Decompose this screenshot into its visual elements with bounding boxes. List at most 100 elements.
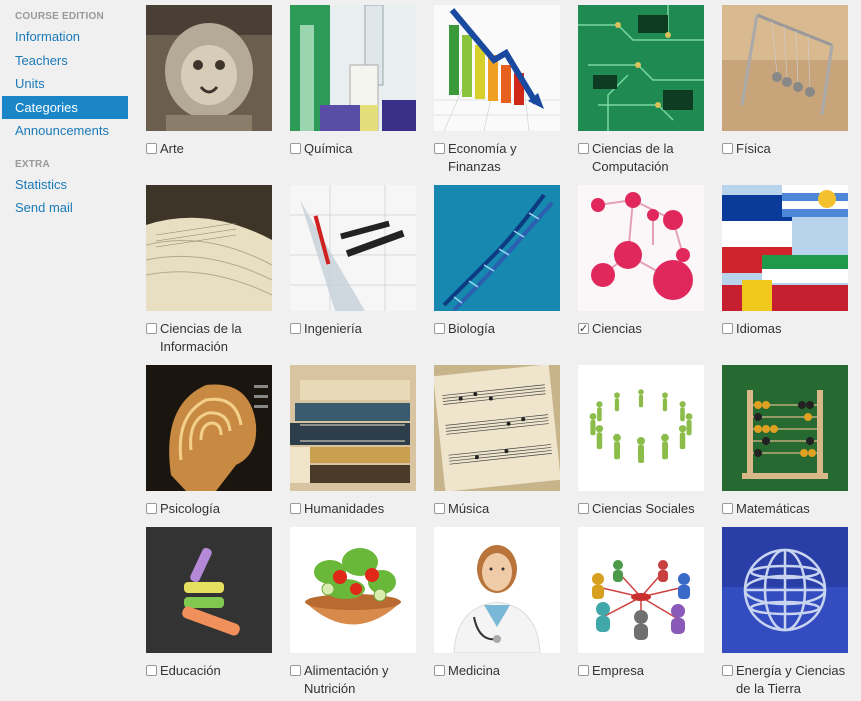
category-label-row: Arte bbox=[146, 140, 276, 158]
category-checkbox[interactable] bbox=[290, 665, 301, 676]
nav-categories[interactable]: Categories bbox=[2, 95, 128, 119]
category-label: Biología bbox=[448, 321, 495, 336]
category-label-row: Alimentación y Nutrición bbox=[290, 662, 420, 698]
circuit-board-image bbox=[578, 5, 704, 131]
business-people-image bbox=[578, 527, 704, 653]
category-label: Ciencias de la Información bbox=[160, 321, 242, 354]
extra-nav: Statistics Send mail bbox=[0, 173, 130, 220]
category-checkbox[interactable] bbox=[146, 143, 157, 154]
category-label: Ciencias bbox=[592, 321, 642, 336]
category-item: Arte bbox=[146, 5, 276, 158]
category-item: Biología bbox=[434, 185, 564, 338]
category-label: Educación bbox=[160, 663, 221, 678]
category-item: Ciencias bbox=[578, 185, 708, 338]
molecules-image bbox=[578, 185, 704, 311]
section-title-extra: EXTRA bbox=[15, 158, 50, 170]
category-item: Música bbox=[434, 365, 564, 518]
category-label-row: Empresa bbox=[578, 662, 708, 680]
category-label: Empresa bbox=[592, 663, 645, 678]
open-book-image bbox=[146, 185, 272, 311]
category-item: Matemáticas bbox=[722, 365, 852, 518]
category-checkbox[interactable] bbox=[146, 323, 157, 334]
category-label-row: Ingeniería bbox=[290, 320, 420, 338]
category-label: Humanidades bbox=[304, 501, 385, 516]
category-label: Energía y Ciencias de la Tierra bbox=[736, 663, 846, 696]
category-label: Economía y Finanzas bbox=[448, 141, 517, 174]
category-label-row: Ciencias Sociales bbox=[578, 500, 708, 518]
category-label: Medicina bbox=[448, 663, 501, 678]
category-label-row: Química bbox=[290, 140, 420, 158]
flags-image bbox=[722, 185, 848, 311]
category-item: Humanidades bbox=[290, 365, 420, 518]
salad-bowl-image bbox=[290, 527, 416, 653]
section-title-course-edition: COURSE EDITION bbox=[15, 11, 104, 22]
category-label-row: Psicología bbox=[146, 500, 276, 518]
category-label: Ciencias de la Computación bbox=[592, 141, 674, 174]
book-stack-image bbox=[290, 365, 416, 491]
category-checkbox[interactable] bbox=[434, 503, 445, 514]
nav-send-mail[interactable]: Send mail bbox=[0, 196, 130, 220]
category-label-row: Idiomas bbox=[722, 320, 852, 338]
category-checkbox[interactable] bbox=[290, 323, 301, 334]
category-label: Ciencias Sociales bbox=[592, 501, 695, 516]
sheet-music-image bbox=[434, 365, 560, 491]
category-checkbox[interactable] bbox=[722, 665, 733, 676]
category-label: Matemáticas bbox=[736, 501, 810, 516]
category-item: Física bbox=[722, 5, 852, 158]
category-checkbox[interactable] bbox=[290, 143, 301, 154]
category-item: Idiomas bbox=[722, 185, 852, 338]
category-item: Ciencias de la Información bbox=[146, 185, 276, 356]
category-item: Empresa bbox=[578, 527, 708, 680]
category-checkbox[interactable] bbox=[722, 143, 733, 154]
category-item: Ciencias de la Computación bbox=[578, 5, 708, 176]
category-item: Ciencias Sociales bbox=[578, 365, 708, 518]
category-checkbox[interactable] bbox=[146, 503, 157, 514]
chalk-image bbox=[146, 527, 272, 653]
category-checkbox[interactable] bbox=[290, 503, 301, 514]
nav-information[interactable]: Information bbox=[0, 25, 130, 49]
category-label-row: Ciencias bbox=[578, 320, 708, 338]
category-label-row: Energía y Ciencias de la Tierra bbox=[722, 662, 852, 698]
category-checkbox[interactable] bbox=[722, 323, 733, 334]
brain-scan-image bbox=[146, 365, 272, 491]
category-item: Medicina bbox=[434, 527, 564, 680]
category-label: Música bbox=[448, 501, 490, 516]
nav-units[interactable]: Units bbox=[0, 72, 130, 96]
category-checkbox[interactable] bbox=[434, 665, 445, 676]
category-label: Idiomas bbox=[736, 321, 782, 336]
category-label: Arte bbox=[160, 141, 184, 156]
category-label-row: Ciencias de la Información bbox=[146, 320, 276, 356]
category-label: Ingeniería bbox=[304, 321, 362, 336]
category-checkbox[interactable] bbox=[578, 320, 589, 338]
category-label-row: Biología bbox=[434, 320, 564, 338]
people-circle-image bbox=[578, 365, 704, 491]
category-checkbox[interactable] bbox=[434, 323, 445, 334]
nav-teachers[interactable]: Teachers bbox=[0, 49, 130, 73]
category-checkbox[interactable] bbox=[578, 665, 589, 676]
lion-statue-image bbox=[146, 5, 272, 131]
category-label-row: Medicina bbox=[434, 662, 564, 680]
category-label-row: Física bbox=[722, 140, 852, 158]
category-item: Energía y Ciencias de la Tierra bbox=[722, 527, 852, 698]
category-checkbox[interactable] bbox=[578, 503, 589, 514]
category-item: Química bbox=[290, 5, 420, 158]
category-item: Economía y Finanzas bbox=[434, 5, 564, 176]
category-label-row: Humanidades bbox=[290, 500, 420, 518]
test-tubes-image bbox=[290, 5, 416, 131]
category-checkbox[interactable] bbox=[146, 665, 157, 676]
abacus-image bbox=[722, 365, 848, 491]
category-checkbox[interactable] bbox=[722, 503, 733, 514]
category-label-row: Economía y Finanzas bbox=[434, 140, 564, 176]
category-label: Física bbox=[736, 141, 771, 156]
category-checkbox[interactable] bbox=[434, 143, 445, 154]
sidebar: COURSE EDITION Information Teachers Unit… bbox=[0, 0, 130, 220]
category-checkbox[interactable] bbox=[578, 143, 589, 154]
nav-announcements[interactable]: Announcements bbox=[0, 119, 130, 143]
nav-statistics[interactable]: Statistics bbox=[0, 173, 130, 197]
doctor-image bbox=[434, 527, 560, 653]
category-label-row: Música bbox=[434, 500, 564, 518]
category-item: Psicología bbox=[146, 365, 276, 518]
category-label-row: Matemáticas bbox=[722, 500, 852, 518]
course-edition-nav: Information Teachers Units Categories An… bbox=[0, 25, 130, 143]
category-label-row: Ciencias de la Computación bbox=[578, 140, 708, 176]
